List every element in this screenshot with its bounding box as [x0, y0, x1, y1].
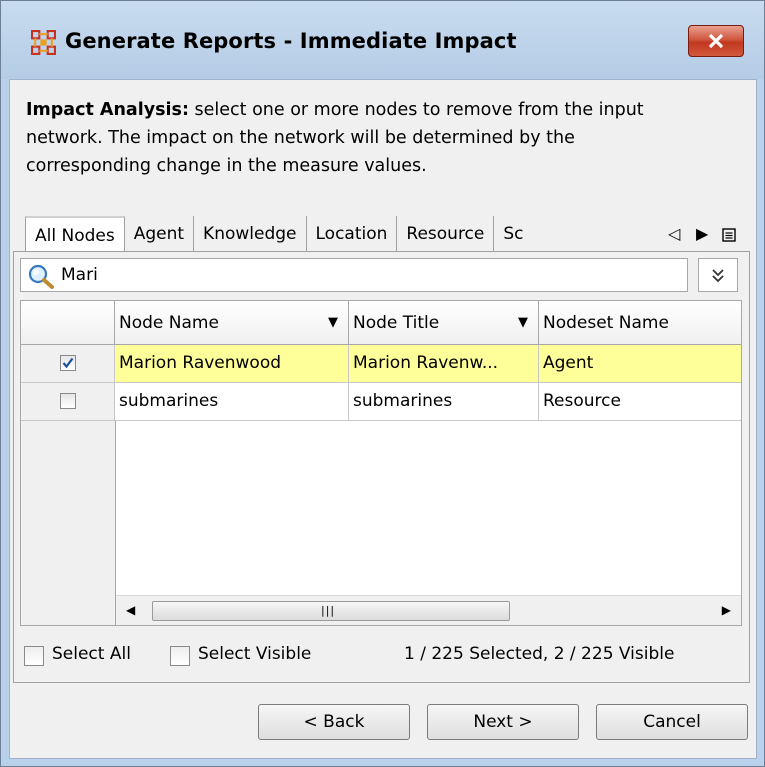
- grip-icon: |||: [321, 604, 336, 617]
- column-header-nodeset-name[interactable]: Nodeset Name: [539, 301, 741, 345]
- scrollbar-thumb[interactable]: |||: [152, 601, 510, 621]
- row-header-filler: [21, 421, 116, 625]
- select-all-checkbox[interactable]: [24, 646, 44, 666]
- description-lead: Impact Analysis:: [26, 100, 189, 120]
- column-header-nodeset-name-label: Nodeset Name: [543, 313, 669, 333]
- back-button-label: < Back: [303, 712, 365, 732]
- select-visible-label[interactable]: Select Visible: [198, 640, 311, 668]
- tab-all-nodes[interactable]: All Nodes: [25, 216, 125, 252]
- cell-nodeset-name: Agent: [539, 345, 741, 383]
- select-visible-checkbox[interactable]: [170, 646, 190, 666]
- column-header-node-title[interactable]: Node Title ▼: [349, 301, 539, 345]
- cell-nodeset-name: Resource: [539, 383, 741, 421]
- cell-node-title: submarines: [349, 383, 539, 421]
- tab-list-menu-icon[interactable]: [722, 216, 736, 252]
- search-icon: [28, 264, 54, 289]
- column-header-node-name-label: Node Name: [119, 313, 219, 333]
- tab-sc[interactable]: Sc: [494, 216, 532, 252]
- row-checkbox-checked[interactable]: [59, 355, 76, 371]
- dialog-content: Impact Analysis: select one or more node…: [9, 79, 757, 759]
- row-checkbox-cell[interactable]: [21, 383, 115, 421]
- column-header-node-name[interactable]: Node Name ▼: [115, 301, 349, 345]
- search-input[interactable]: [61, 259, 621, 291]
- title-bar[interactable]: Generate Reports - Immediate Impact: [1, 1, 764, 79]
- select-all-label[interactable]: Select All: [52, 640, 131, 668]
- row-checkbox-unchecked[interactable]: [59, 393, 76, 409]
- selection-bar: Select All Select Visible 1 / 225 Select…: [14, 637, 709, 671]
- double-chevron-down-icon: [712, 269, 724, 283]
- checkmark-icon: [62, 357, 73, 369]
- expand-options-button[interactable]: [698, 258, 738, 292]
- nodeset-tabs: All Nodes Agent Knowledge Location Resou…: [25, 216, 533, 252]
- sort-arrow-icon: ▼: [518, 315, 528, 330]
- search-box: [20, 258, 688, 292]
- column-header-node-title-label: Node Title: [353, 313, 440, 333]
- cell-node-title: Marion Ravenw...: [349, 345, 539, 383]
- cancel-button[interactable]: Cancel: [596, 704, 748, 740]
- description-line3: corresponding change in the measure valu…: [26, 156, 427, 176]
- nodes-table: Node Name ▼ Node Title ▼ Nodeset Name Ma…: [20, 300, 742, 626]
- sort-arrow-icon: ▼: [328, 315, 338, 330]
- description-line1: select one or more nodes to remove from …: [188, 100, 644, 120]
- close-icon: [708, 33, 724, 49]
- cell-node-name: Marion Ravenwood: [115, 345, 349, 383]
- tab-location[interactable]: Location: [307, 216, 398, 252]
- cell-node-name: submarines: [115, 383, 349, 421]
- row-checkbox-cell[interactable]: [21, 345, 115, 383]
- scroll-right-arrow-icon[interactable]: ▶: [722, 603, 731, 617]
- back-button[interactable]: < Back: [258, 704, 410, 740]
- dialog-window: Generate Reports - Immediate Impact Impa…: [0, 0, 765, 767]
- scroll-left-arrow-icon[interactable]: ◀: [126, 603, 135, 617]
- horizontal-scrollbar[interactable]: ◀ ||| ▶: [116, 595, 741, 625]
- close-button[interactable]: [688, 25, 744, 57]
- window-title: Generate Reports - Immediate Impact: [65, 29, 517, 53]
- selection-status: 1 / 225 Selected, 2 / 225 Visible: [404, 644, 675, 664]
- cancel-button-label: Cancel: [643, 712, 701, 732]
- tab-resource[interactable]: Resource: [397, 216, 495, 252]
- next-button[interactable]: Next >: [427, 704, 579, 740]
- network-app-icon: [31, 30, 56, 55]
- tab-scroll-left-icon[interactable]: ◁: [668, 216, 680, 252]
- description-line2: network. The impact on the network will …: [26, 128, 575, 148]
- header-checkbox-column: [21, 301, 115, 345]
- next-button-label: Next >: [473, 712, 533, 732]
- tab-scroll-right-icon[interactable]: ▶: [696, 216, 708, 252]
- tab-knowledge[interactable]: Knowledge: [194, 216, 307, 252]
- tab-agent[interactable]: Agent: [125, 216, 195, 252]
- nodes-panel: Node Name ▼ Node Title ▼ Nodeset Name: [13, 251, 750, 683]
- description: Impact Analysis: select one or more node…: [26, 96, 746, 180]
